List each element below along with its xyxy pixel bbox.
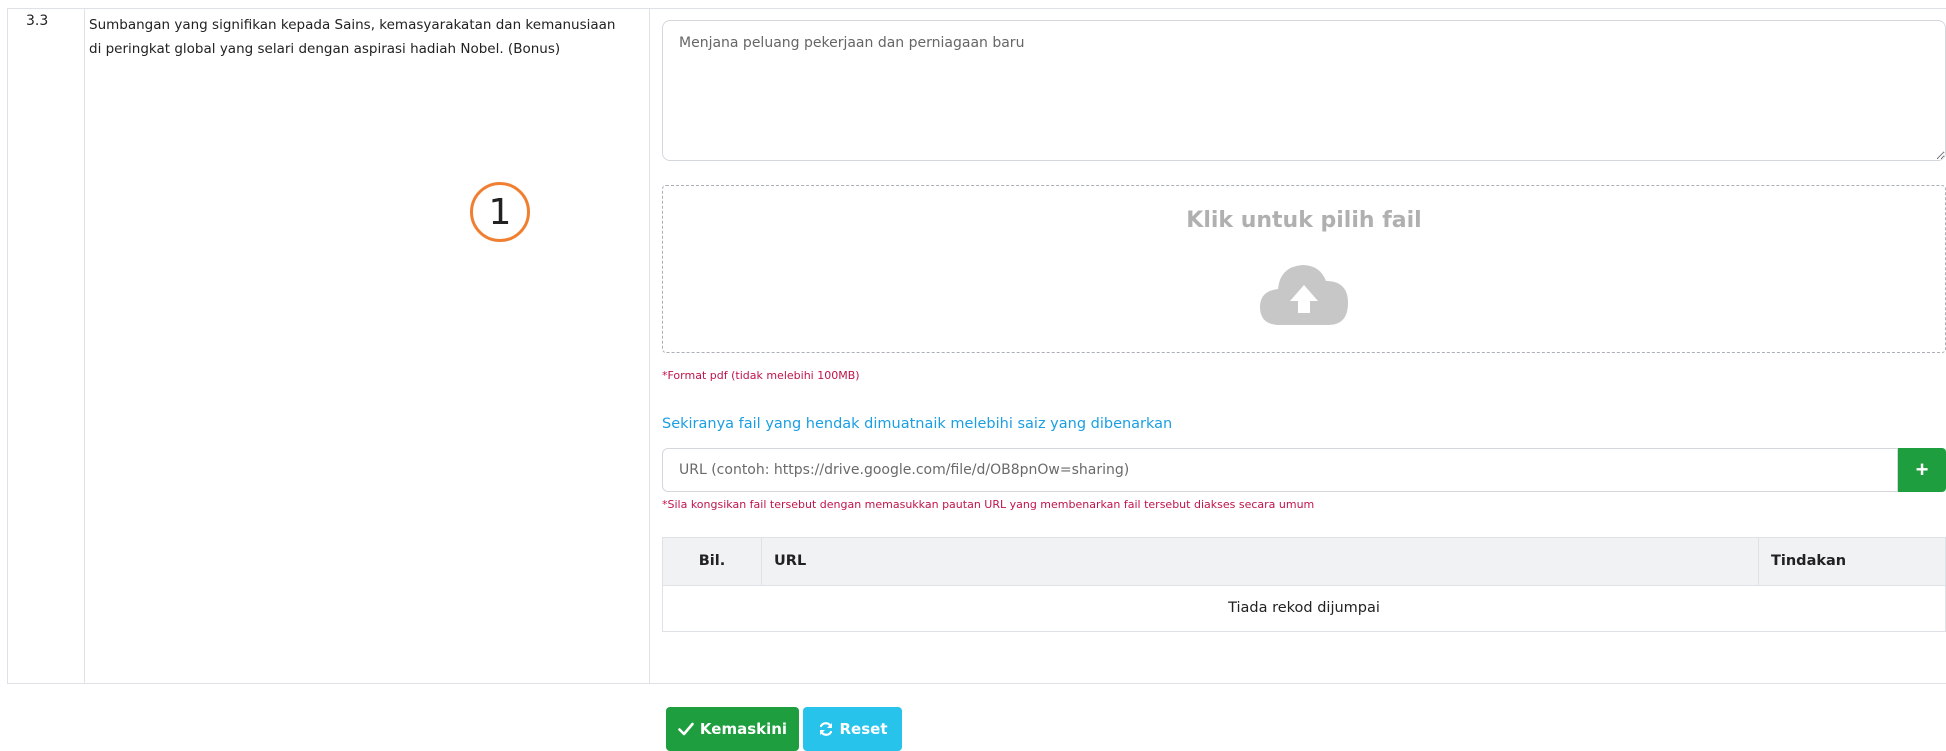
update-button[interactable]: Kemaskini xyxy=(666,707,799,751)
url-table-header: Bil. URL Tindakan xyxy=(663,538,1945,586)
column-header-action: Tindakan xyxy=(1758,538,1946,585)
share-note: *Sila kongsikan fail tersebut dengan mem… xyxy=(662,498,1315,511)
upload-label: Klik untuk pilih fail xyxy=(1186,208,1422,233)
refresh-icon xyxy=(819,722,832,736)
format-note: *Format pdf (tidak melebihi 100MB) xyxy=(662,369,860,382)
plus-icon: + xyxy=(1915,457,1929,482)
item-description: Sumbangan yang signifikan kepada Sains, … xyxy=(89,17,616,57)
number-column-divider xyxy=(84,9,85,683)
item-number: 3.3 xyxy=(26,13,49,29)
column-header-bil: Bil. xyxy=(663,538,762,585)
url-input[interactable] xyxy=(662,448,1898,492)
reset-button-label: Reset xyxy=(839,720,888,738)
add-url-button[interactable]: + xyxy=(1898,448,1946,492)
reset-button[interactable]: Reset xyxy=(803,707,902,751)
oversize-file-link[interactable]: Sekiranya fail yang hendak dimuatnaik me… xyxy=(662,416,1172,432)
description-column-divider xyxy=(649,9,650,683)
update-button-label: Kemaskini xyxy=(699,720,788,738)
url-table: Bil. URL Tindakan Tiada rekod dijumpai xyxy=(662,537,1946,632)
cloud-upload-icon xyxy=(1260,265,1348,325)
check-icon xyxy=(678,722,694,736)
column-header-url: URL xyxy=(774,553,807,569)
annotation-marker: 1 xyxy=(470,182,530,242)
table-left-border xyxy=(7,9,8,683)
achievement-textarea[interactable] xyxy=(662,20,1946,161)
empty-table-message: Tiada rekod dijumpai xyxy=(1228,600,1380,616)
file-upload-dropzone[interactable]: Klik untuk pilih fail xyxy=(662,185,1946,353)
